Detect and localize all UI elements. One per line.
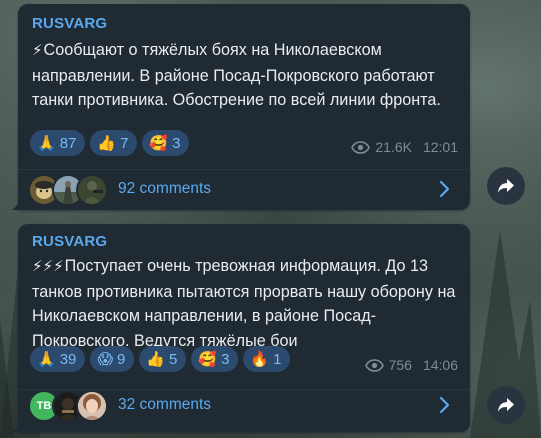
reaction-count: 39 (59, 350, 77, 368)
reaction-pray[interactable]: 🙏 87 (30, 130, 86, 156)
avatar (76, 390, 108, 422)
sender-name[interactable]: RUSVARG (32, 233, 107, 250)
channel-post: RUSVARG ⚡Сообщают о тяжёлых боях на Нико… (11, 4, 470, 210)
chevron-right-icon (439, 180, 450, 198)
commenter-avatars (28, 174, 108, 206)
reaction-smiling-hearts[interactable]: 🥰 3 (191, 346, 239, 372)
post-body: Поступает очень тревожная информация. До… (32, 257, 456, 350)
lightning-emoji: ⚡ (32, 42, 43, 59)
comments-link[interactable]: 92 comments (28, 170, 460, 208)
post-time: 14:06 (422, 357, 458, 373)
comments-count: 92 comments (118, 180, 212, 197)
reactions-bar: 🙏 39 😱 9 👍 5 🥰 3 🔥 1 (30, 346, 291, 372)
view-count: 21.6K (375, 139, 412, 155)
post-text: ⚡Сообщают о тяжёлых боях на Николаевском… (32, 38, 462, 113)
share-arrow-icon (498, 398, 514, 412)
reaction-fire[interactable]: 🔥 1 (243, 346, 291, 372)
reaction-thumbs-up[interactable]: 👍 5 (139, 346, 187, 372)
commenter-avatars: ТВ (28, 390, 108, 422)
reaction-count: 1 (273, 350, 282, 368)
reaction-thumbs-up[interactable]: 👍 7 (90, 130, 138, 156)
share-arrow-icon (498, 179, 514, 193)
reaction-count: 5 (169, 350, 178, 368)
chevron-right-icon (439, 396, 450, 414)
post-meta: 21.6K 12:01 (351, 139, 458, 155)
post-text: ⚡⚡⚡Поступает очень тревожная информация.… (32, 254, 462, 353)
post-body: Сообщают о тяжёлых боях на Николаевском … (32, 41, 441, 109)
comments-count: 32 comments (118, 396, 212, 413)
reaction-count: 9 (117, 350, 126, 368)
bubble-tail (11, 200, 19, 210)
comments-link[interactable]: ТВ 32 comments (28, 386, 460, 424)
lightning-emoji: ⚡⚡⚡ (32, 258, 64, 275)
post-time: 12:01 (422, 139, 458, 155)
reaction-count: 3 (172, 134, 181, 152)
sender-name[interactable]: RUSVARG (32, 15, 107, 32)
reaction-count: 87 (59, 134, 77, 152)
view-count: 756 (388, 357, 412, 373)
channel-post: RUSVARG ⚡⚡⚡Поступает очень тревожная инф… (11, 224, 470, 432)
reaction-pray[interactable]: 🙏 39 (30, 346, 86, 372)
eye-icon (351, 140, 371, 154)
share-button[interactable] (487, 386, 525, 424)
eye-icon (364, 358, 384, 372)
share-button[interactable] (487, 167, 525, 205)
post-meta: 756 14:06 (364, 357, 458, 373)
avatar (76, 174, 108, 206)
reaction-smiling-hearts[interactable]: 🥰 3 (142, 130, 190, 156)
reactions-bar: 🙏 87 👍 7 🥰 3 (30, 130, 190, 156)
reaction-scream[interactable]: 😱 9 (90, 346, 135, 372)
bubble-tail (11, 422, 19, 432)
reaction-count: 7 (120, 134, 129, 152)
reaction-count: 3 (221, 350, 230, 368)
